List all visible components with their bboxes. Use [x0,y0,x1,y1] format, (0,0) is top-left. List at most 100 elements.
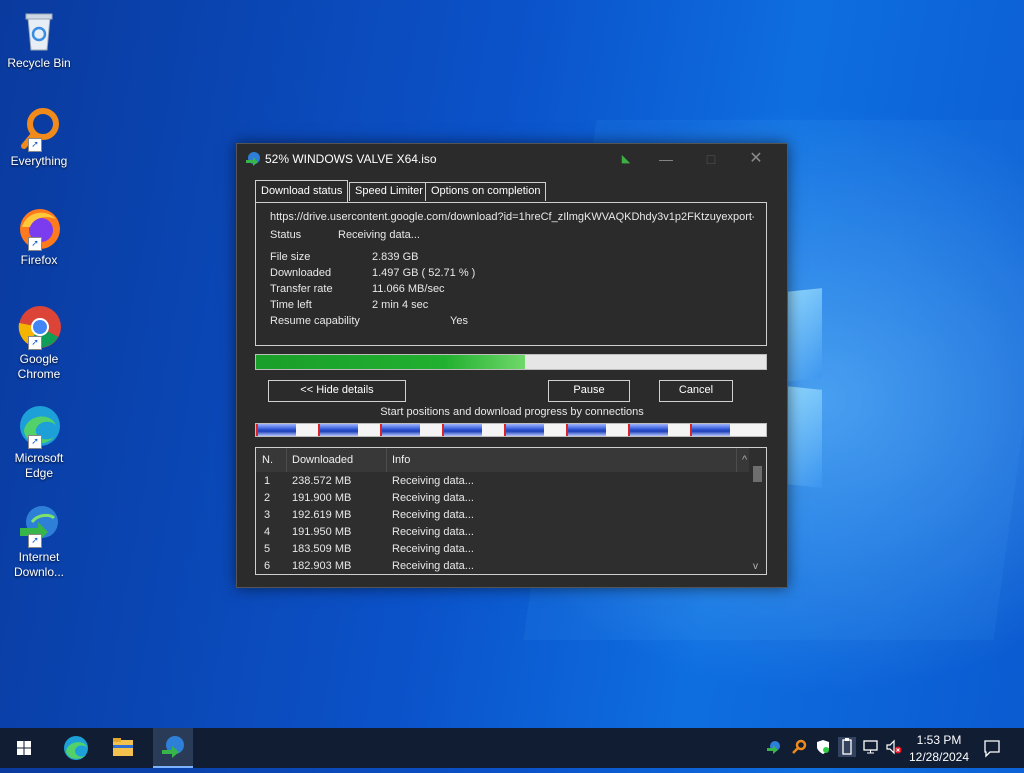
column-header-info[interactable]: Info [392,448,410,472]
resume-capability-value: Yes [450,315,468,327]
taskbar-idm-button[interactable] [153,728,193,768]
cell-info: Receiving data... [392,526,474,538]
cell-n: 2 [264,492,271,504]
cell-n: 1 [264,475,271,487]
volume-muted-icon[interactable] [885,739,903,758]
table-row[interactable]: 1 238.572 MB Receiving data... [256,474,748,491]
desktop-icon-label: Microsoft Edge [14,451,64,480]
firefox-icon: ➚ [16,205,62,251]
status-label: Status [270,229,302,241]
desktop-icon-firefox[interactable]: ➚ Firefox [4,205,74,268]
transfer-rate-label: Transfer rate [270,283,333,295]
pause-button[interactable]: Pause [548,380,630,402]
cell-downloaded: 191.950 MB [292,526,352,538]
desktop-icon-recycle-bin[interactable]: Recycle Bin [4,8,74,71]
desktop-icon-everything[interactable]: ➚ Everything [4,106,74,169]
shortcut-arrow-icon: ➚ [28,138,42,152]
connection-progress-segment [628,424,668,436]
connection-progress-segment [380,424,420,436]
connection-start-marker [690,424,692,436]
idm-tray-icon[interactable] [766,739,782,758]
chrome-icon: ➚ [16,304,62,350]
column-header-downloaded[interactable]: Downloaded [292,448,353,472]
security-shield-icon[interactable] [815,739,831,758]
download-activity-icon: ◣ [621,153,631,165]
cell-info: Receiving data... [392,560,474,572]
column-divider [286,448,287,472]
column-divider [736,448,737,472]
edge-icon [64,736,88,760]
tab-speed-limiter[interactable]: Speed Limiter [349,182,429,201]
table-row[interactable]: 5 183.509 MB Receiving data... [256,542,748,559]
download-url: https://drive.usercontent.google.com/dow… [270,211,754,223]
cell-n: 5 [264,543,271,555]
downloaded-value: 1.497 GB ( 52.71 % ) [372,267,476,279]
cell-n: 3 [264,509,271,521]
connection-start-marker [256,424,258,436]
desktop-icon-google-chrome[interactable]: ➚ Google Chrome [4,304,74,382]
idm-icon: ➚ [16,502,62,548]
desktop-icon-label: Recycle Bin [7,56,71,70]
downloaded-label: Downloaded [270,267,332,279]
cell-downloaded: 183.509 MB [292,543,352,555]
table-row[interactable]: 6 182.903 MB Receiving data... [256,559,748,574]
cell-n: 6 [264,560,271,572]
scroll-down-icon[interactable]: v [753,561,758,572]
recycle-bin-icon [16,8,62,54]
cell-downloaded: 238.572 MB [292,475,352,487]
status-value: Receiving data... [338,229,420,241]
vertical-scrollbar[interactable]: v [749,448,766,574]
tab-download-status[interactable]: Download status [255,180,349,202]
taskbar-file-explorer-button[interactable] [103,728,143,768]
transfer-rate-value: 11.066 MB/sec [372,283,445,295]
shortcut-arrow-icon: ➚ [28,237,42,251]
resume-capability-label: Resume capability [270,315,360,327]
time-left-value: 2 min 4 sec [372,299,429,311]
close-button[interactable]: ✕ [741,148,771,170]
cell-downloaded: 192.619 MB [292,509,352,521]
cancel-button[interactable]: Cancel [659,380,733,402]
desktop-icon-internet-download-manager[interactable]: ➚ Internet Downlo... [4,502,74,580]
desktop-icon-label: Google Chrome [17,352,61,381]
window-title: 52% WINDOWS VALVE X64.iso [265,152,437,166]
table-row[interactable]: 4 191.950 MB Receiving data... [256,525,748,542]
table-row[interactable]: 3 192.619 MB Receiving data... [256,508,748,525]
connections-caption: Start positions and download progress by… [380,406,644,418]
idm-icon [162,736,184,758]
overall-progress-fill [256,355,525,369]
connections-table: N. Downloaded Info ^ 1 238.572 MB Receivin… [255,447,767,575]
connection-start-marker [318,424,320,436]
taskbar: 1:53 PM 12/28/2024 [0,728,1024,768]
overall-progress-bar [255,354,767,370]
time-left-label: Time left [270,299,312,311]
table-header: N. Downloaded Info ^ [256,448,766,472]
cell-info: Receiving data... [392,492,474,504]
maximize-button[interactable]: □ [696,148,726,170]
network-icon[interactable] [862,739,880,758]
column-header-n[interactable]: N. [262,448,273,472]
connection-progress-segment [442,424,482,436]
notification-icon[interactable] [982,738,1002,761]
cell-n: 4 [264,526,271,538]
clock-date[interactable]: 12/28/2024 [904,750,974,764]
minimize-button[interactable]: — [651,148,681,170]
table-row[interactable]: 2 191.900 MB Receiving data... [256,491,748,508]
cell-info: Receiving data... [392,543,474,555]
window-titlebar[interactable]: 52% WINDOWS VALVE X64.iso ◣ — □ ✕ [237,144,787,174]
usb-icon[interactable] [838,737,856,757]
taskbar-edge-button[interactable] [56,728,96,768]
wallpaper-logo-pane [786,386,822,488]
file-explorer-icon [113,738,133,756]
desktop-icon-label: Everything [10,154,68,168]
connection-start-marker [442,424,444,436]
clock-time[interactable]: 1:53 PM [904,733,974,747]
shortcut-arrow-icon: ➚ [28,534,42,548]
start-button[interactable] [4,728,44,768]
hide-details-button[interactable]: << Hide details [268,380,406,402]
column-divider [386,448,387,472]
desktop-icon-label: Internet Downlo... [13,550,65,579]
desktop-icon-microsoft-edge[interactable]: ➚ Microsoft Edge [4,403,74,481]
everything-tray-icon[interactable] [791,739,807,758]
tab-options-on-completion[interactable]: Options on completion [425,182,547,201]
scrollbar-thumb[interactable] [753,466,762,482]
